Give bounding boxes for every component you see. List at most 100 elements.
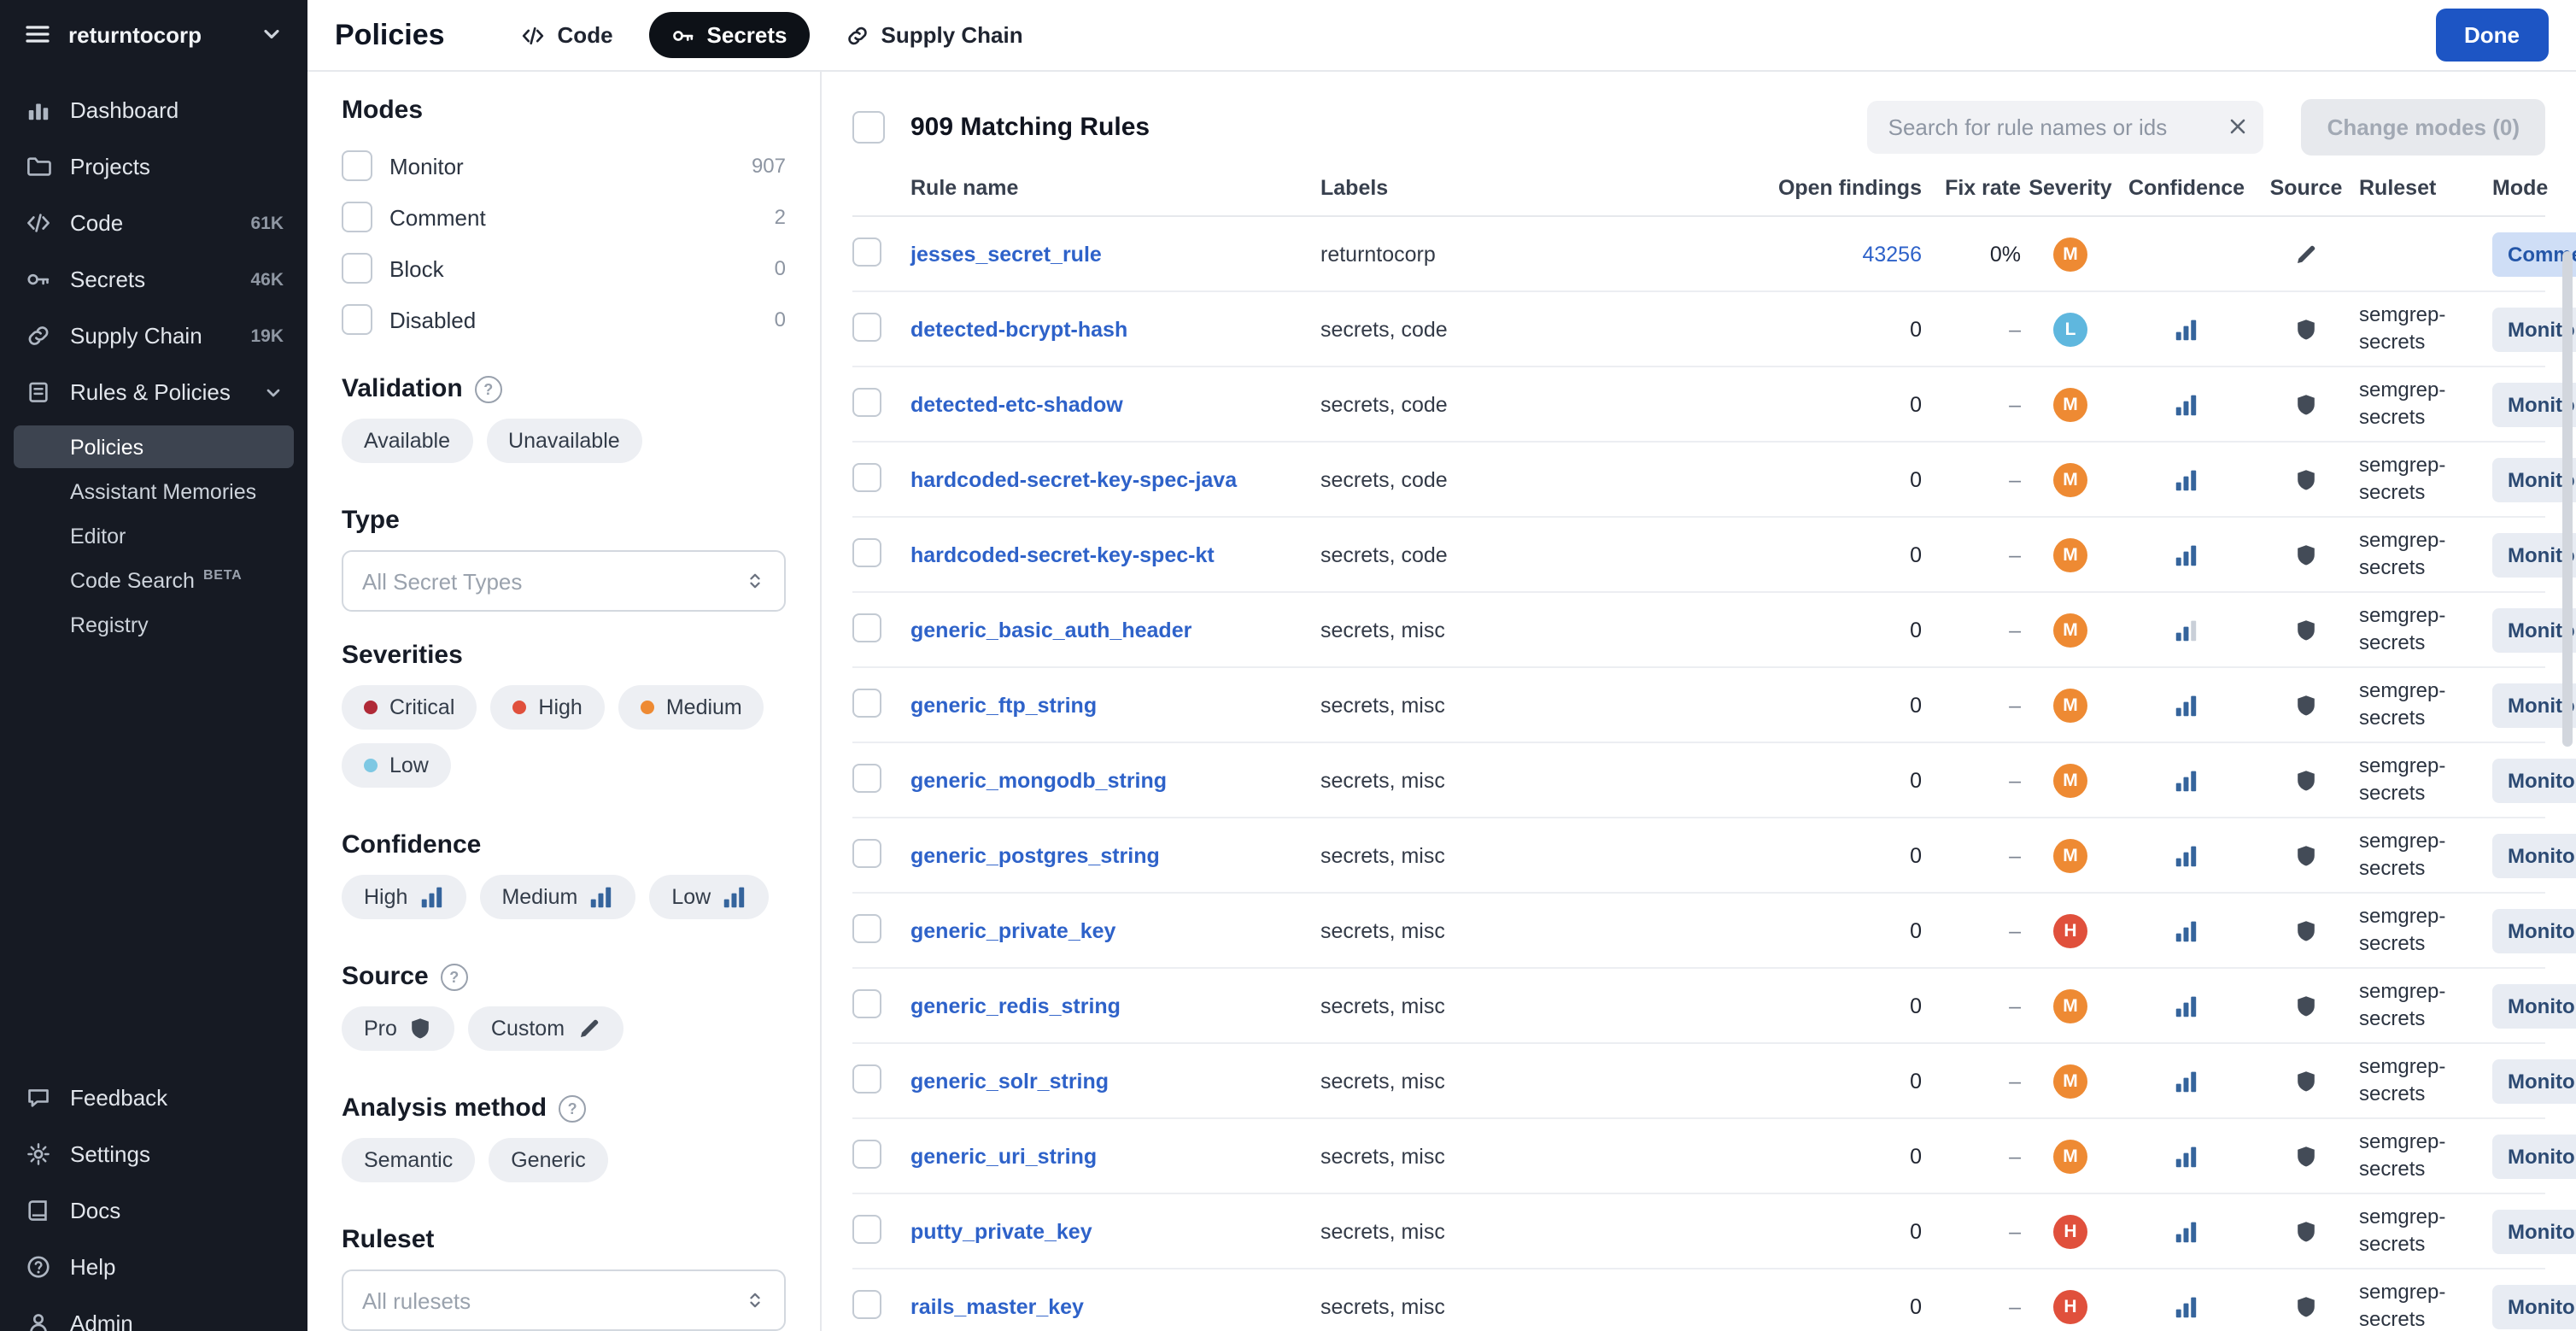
validation-pill-available[interactable]: Available bbox=[342, 419, 472, 463]
confidence-pill-high[interactable]: High bbox=[342, 875, 465, 919]
sidebar-item-registry[interactable]: Registry bbox=[14, 603, 294, 646]
analysis-pill-semantic[interactable]: Semantic bbox=[342, 1138, 475, 1182]
mode-filter-block[interactable]: Block 0 bbox=[342, 243, 786, 294]
done-button[interactable]: Done bbox=[2435, 9, 2549, 62]
hamburger-menu-icon[interactable] bbox=[24, 21, 51, 48]
rule-link[interactable]: jesses_secret_rule bbox=[910, 242, 1102, 266]
sidebar-item-editor[interactable]: Editor bbox=[14, 514, 294, 557]
fix-rate-cell: – bbox=[1922, 542, 2021, 566]
severity-pill-medium[interactable]: Medium bbox=[618, 685, 764, 730]
validation-pill-unavailable[interactable]: Unavailable bbox=[486, 419, 642, 463]
rule-link[interactable]: detected-bcrypt-hash bbox=[910, 317, 1127, 341]
row-checkbox[interactable] bbox=[852, 838, 881, 867]
rule-link[interactable]: rails_master_key bbox=[910, 1294, 1084, 1318]
sidebar-item-help[interactable]: Help bbox=[0, 1239, 307, 1295]
ruleset-select[interactable]: All rulesets bbox=[342, 1269, 786, 1331]
pro-shield-icon bbox=[2294, 1144, 2318, 1168]
help-icon[interactable]: ? bbox=[441, 963, 468, 990]
row-checkbox[interactable] bbox=[852, 312, 881, 341]
search-input[interactable] bbox=[1868, 101, 2264, 154]
sidebar-item-secrets[interactable]: Secrets 46K bbox=[0, 251, 307, 308]
confidence-bars-icon bbox=[2175, 693, 2198, 717]
rule-link[interactable]: generic_solr_string bbox=[910, 1069, 1109, 1093]
help-icon[interactable]: ? bbox=[475, 375, 502, 402]
open-findings-cell: 0 bbox=[1765, 392, 1922, 416]
row-checkbox[interactable] bbox=[852, 988, 881, 1017]
sidebar-item-rules-policies[interactable]: Rules & Policies bbox=[0, 364, 307, 420]
analysis-pill-generic[interactable]: Generic bbox=[489, 1138, 608, 1182]
sidebar-item-dashboard[interactable]: Dashboard bbox=[0, 82, 307, 138]
row-checkbox[interactable] bbox=[852, 537, 881, 566]
rule-link[interactable]: generic_ftp_string bbox=[910, 693, 1097, 717]
checkbox[interactable] bbox=[342, 253, 372, 284]
vertical-scrollbar[interactable] bbox=[2562, 251, 2573, 1331]
pro-shield-icon bbox=[409, 1017, 433, 1041]
rule-link[interactable]: generic_uri_string bbox=[910, 1144, 1097, 1168]
source-pill-pro[interactable]: Pro bbox=[342, 1006, 455, 1051]
rule-link[interactable]: hardcoded-secret-key-spec-kt bbox=[910, 542, 1215, 566]
pro-shield-icon bbox=[2294, 994, 2318, 1017]
sidebar-item-code[interactable]: Code 61K bbox=[0, 195, 307, 251]
labels-cell: secrets, misc bbox=[1320, 1219, 1765, 1243]
row-checkbox[interactable] bbox=[852, 1214, 881, 1243]
row-checkbox[interactable] bbox=[852, 1064, 881, 1093]
open-findings-cell[interactable]: 43256 bbox=[1765, 242, 1922, 266]
secret-type-select[interactable]: All Secret Types bbox=[342, 550, 786, 612]
sidebar-item-feedback[interactable]: Feedback bbox=[0, 1070, 307, 1126]
rule-link[interactable]: hardcoded-secret-key-spec-java bbox=[910, 467, 1237, 491]
confidence-pill-medium[interactable]: Medium bbox=[479, 875, 635, 919]
source-pill-custom[interactable]: Custom bbox=[469, 1006, 623, 1051]
rule-link[interactable]: generic_private_key bbox=[910, 918, 1115, 942]
row-checkbox[interactable] bbox=[852, 237, 881, 266]
projects-icon bbox=[24, 154, 51, 179]
severity-badge: H bbox=[2053, 913, 2087, 947]
checkbox[interactable] bbox=[342, 304, 372, 335]
sidebar-item-projects[interactable]: Projects bbox=[0, 138, 307, 195]
row-checkbox[interactable] bbox=[852, 1139, 881, 1168]
severity-pill-critical[interactable]: Critical bbox=[342, 685, 477, 730]
clear-search-icon[interactable] bbox=[2227, 114, 2251, 138]
confidence-pill-low[interactable]: Low bbox=[649, 875, 769, 919]
table-row: generic_mongodb_string secrets, misc 0 –… bbox=[852, 743, 2545, 818]
rule-link[interactable]: putty_private_key bbox=[910, 1219, 1092, 1243]
severity-pill-low[interactable]: Low bbox=[342, 743, 451, 788]
rule-link[interactable]: generic_postgres_string bbox=[910, 843, 1160, 867]
sidebar-item-settings[interactable]: Settings bbox=[0, 1126, 307, 1182]
org-selector[interactable]: returntocorp bbox=[0, 0, 307, 68]
severity-badge: M bbox=[2053, 988, 2087, 1023]
scrollbar-thumb[interactable] bbox=[2562, 251, 2573, 747]
tab-supply-chain[interactable]: Supply Chain bbox=[823, 12, 1045, 58]
row-checkbox[interactable] bbox=[852, 763, 881, 792]
sidebar-item-code-search[interactable]: Code SearchBETA bbox=[14, 559, 294, 601]
change-modes-button[interactable]: Change modes (0) bbox=[2302, 99, 2545, 155]
mode-filter-monitor[interactable]: Monitor 907 bbox=[342, 140, 786, 191]
help-icon[interactable]: ? bbox=[559, 1094, 586, 1122]
secrets-key-icon bbox=[24, 267, 51, 292]
tab-code[interactable]: Code bbox=[500, 12, 635, 58]
checkbox[interactable] bbox=[342, 150, 372, 181]
rule-link[interactable]: generic_redis_string bbox=[910, 994, 1121, 1017]
select-all-checkbox[interactable] bbox=[852, 111, 885, 144]
row-checkbox[interactable] bbox=[852, 462, 881, 491]
rule-link[interactable]: detected-etc-shadow bbox=[910, 392, 1123, 416]
fix-rate-cell: – bbox=[1922, 317, 2021, 341]
row-checkbox[interactable] bbox=[852, 1289, 881, 1318]
sidebar-item-assistant-memories[interactable]: Assistant Memories bbox=[14, 470, 294, 513]
mode-filter-disabled[interactable]: Disabled 0 bbox=[342, 294, 786, 345]
labels-cell: returntocorp bbox=[1320, 242, 1765, 266]
checkbox[interactable] bbox=[342, 202, 372, 232]
sidebar-item-policies[interactable]: Policies bbox=[14, 425, 294, 468]
row-checkbox[interactable] bbox=[852, 688, 881, 717]
severity-pill-high[interactable]: High bbox=[490, 685, 604, 730]
mode-filter-comment[interactable]: Comment 2 bbox=[342, 191, 786, 243]
rule-link[interactable]: generic_mongodb_string bbox=[910, 768, 1167, 792]
rule-link[interactable]: generic_basic_auth_header bbox=[910, 618, 1191, 642]
sidebar-item-docs[interactable]: Docs bbox=[0, 1182, 307, 1239]
row-checkbox[interactable] bbox=[852, 613, 881, 642]
row-checkbox[interactable] bbox=[852, 913, 881, 942]
fix-rate-cell: – bbox=[1922, 1294, 2021, 1318]
row-checkbox[interactable] bbox=[852, 387, 881, 416]
sidebar-item-supply-chain[interactable]: Supply Chain 19K bbox=[0, 308, 307, 364]
sidebar-item-admin[interactable]: Admin bbox=[0, 1295, 307, 1331]
tab-secrets[interactable]: Secrets bbox=[649, 12, 810, 58]
